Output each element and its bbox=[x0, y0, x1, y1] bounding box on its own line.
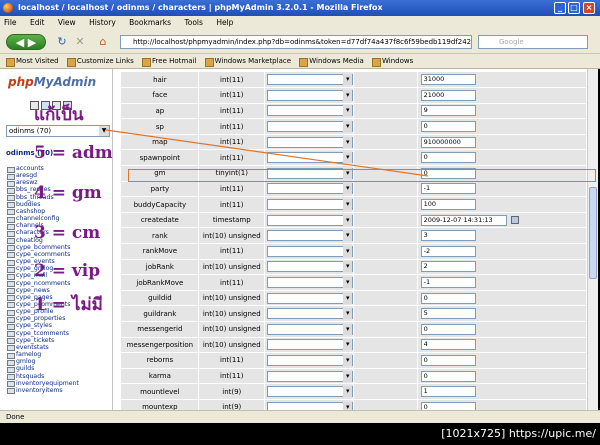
annotation-arrow bbox=[105, 129, 429, 177]
annotation-arrow-line bbox=[105, 129, 429, 177]
watermark: [1021x725] https://upic.me/ bbox=[0, 423, 600, 445]
browser-window: localhost / localhost / odinms / charact… bbox=[0, 0, 600, 445]
status-bar: Done bbox=[0, 410, 600, 423]
